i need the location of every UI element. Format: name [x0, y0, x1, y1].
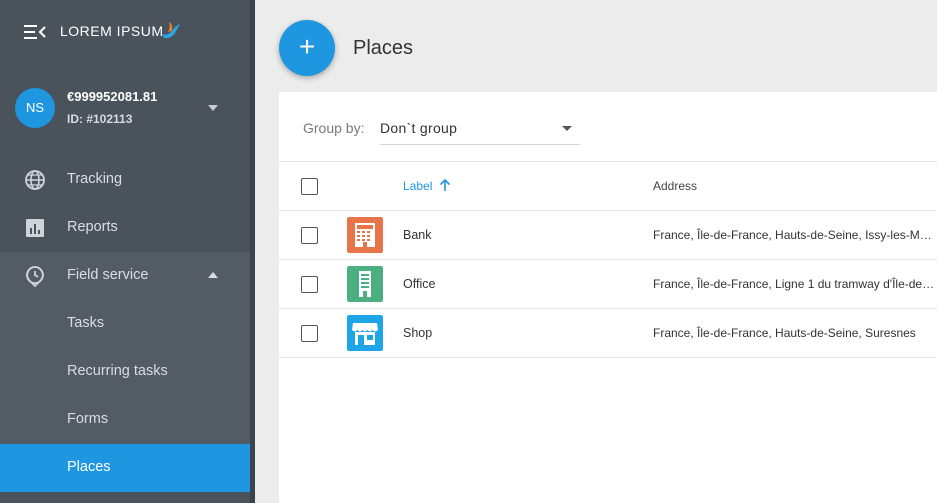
place-label: Shop — [403, 326, 433, 340]
sort-ascending-icon[interactable] — [439, 178, 451, 192]
sidebar-item-label: Tasks — [67, 315, 105, 331]
account-switcher[interactable]: NS €999952081.81 ID: #102113 — [0, 80, 250, 136]
page-title: Places — [353, 37, 414, 59]
select-all-checkbox[interactable] — [301, 178, 318, 195]
main-content: + Places Group by: Don`t group Label Add… — [255, 0, 937, 503]
avatar: NS — [15, 88, 55, 128]
chevron-down-icon — [208, 105, 218, 111]
logo-bird-icon — [162, 22, 180, 39]
menu-collapse-icon[interactable] — [24, 24, 46, 40]
sidebar-item-tracking[interactable]: Tracking — [0, 156, 250, 204]
office-building-icon — [347, 266, 383, 302]
clock-pin-icon — [26, 266, 44, 287]
column-header-address: Address — [653, 179, 698, 193]
group-by-value: Don`t group — [380, 120, 458, 136]
group-by-label: Group by: — [303, 120, 365, 136]
sidebar-item-label: Forms — [67, 411, 109, 427]
row-checkbox[interactable] — [301, 227, 318, 244]
sidebar-item-label: Tracking — [67, 171, 123, 187]
table-header: Label Address — [279, 161, 937, 210]
place-label: Office — [403, 277, 436, 291]
sidebar-item-reports[interactable]: Reports — [0, 204, 250, 252]
sidebar-item-label: Reports — [67, 219, 118, 235]
chevron-down-icon — [562, 126, 572, 131]
sidebar-item-forms[interactable]: Forms — [0, 396, 250, 444]
place-address: France, Île-de-France, Hauts-de-Seine, I… — [653, 228, 937, 242]
table-row[interactable]: Office France, Île-de-France, Ligne 1 du… — [279, 259, 937, 308]
sidebar-item-label: Recurring tasks — [67, 363, 168, 379]
table-row[interactable]: Bank France, Île-de-France, Hauts-de-Sei… — [279, 210, 937, 259]
places-panel: Group by: Don`t group Label Address Bank… — [279, 92, 937, 503]
sidebar-item-places[interactable]: Places — [0, 444, 250, 492]
place-address: France, Île-de-France, Ligne 1 du tramwa… — [653, 277, 937, 291]
sidebar-item-tasks[interactable]: Tasks — [0, 300, 250, 348]
chevron-up-icon — [208, 272, 218, 278]
sidebar-item-label: Field service — [67, 267, 149, 283]
shop-icon — [347, 315, 383, 351]
sidebar-nav: Tracking Reports Field service Tasks Rec… — [0, 156, 250, 492]
globe-icon — [25, 170, 45, 190]
places-table: Label Address Bank France, Île-de-France… — [279, 161, 937, 358]
bank-icon — [347, 217, 383, 253]
sidebar: LOREM IPSUM NS €999952081.81 ID: #102113… — [0, 0, 250, 503]
logo-text: LOREM IPSUM — [60, 23, 164, 39]
table-row[interactable]: Shop France, Île-de-France, Hauts-de-Sei… — [279, 308, 937, 358]
place-label: Bank — [403, 228, 432, 242]
account-id: ID: #102113 — [67, 112, 133, 126]
bar-chart-icon — [26, 219, 44, 237]
sidebar-item-field-service[interactable]: Field service — [0, 252, 250, 300]
sidebar-item-label: Places — [67, 459, 111, 475]
row-checkbox[interactable] — [301, 276, 318, 293]
account-balance: €999952081.81 — [67, 89, 158, 104]
add-place-button[interactable]: + — [279, 20, 335, 76]
sidebar-item-recurring-tasks[interactable]: Recurring tasks — [0, 348, 250, 396]
row-checkbox[interactable] — [301, 325, 318, 342]
sidebar-header: LOREM IPSUM — [0, 0, 250, 62]
column-header-label[interactable]: Label — [403, 179, 432, 193]
place-address: France, Île-de-France, Hauts-de-Seine, S… — [653, 326, 916, 340]
group-by-select[interactable]: Don`t group — [380, 114, 580, 145]
